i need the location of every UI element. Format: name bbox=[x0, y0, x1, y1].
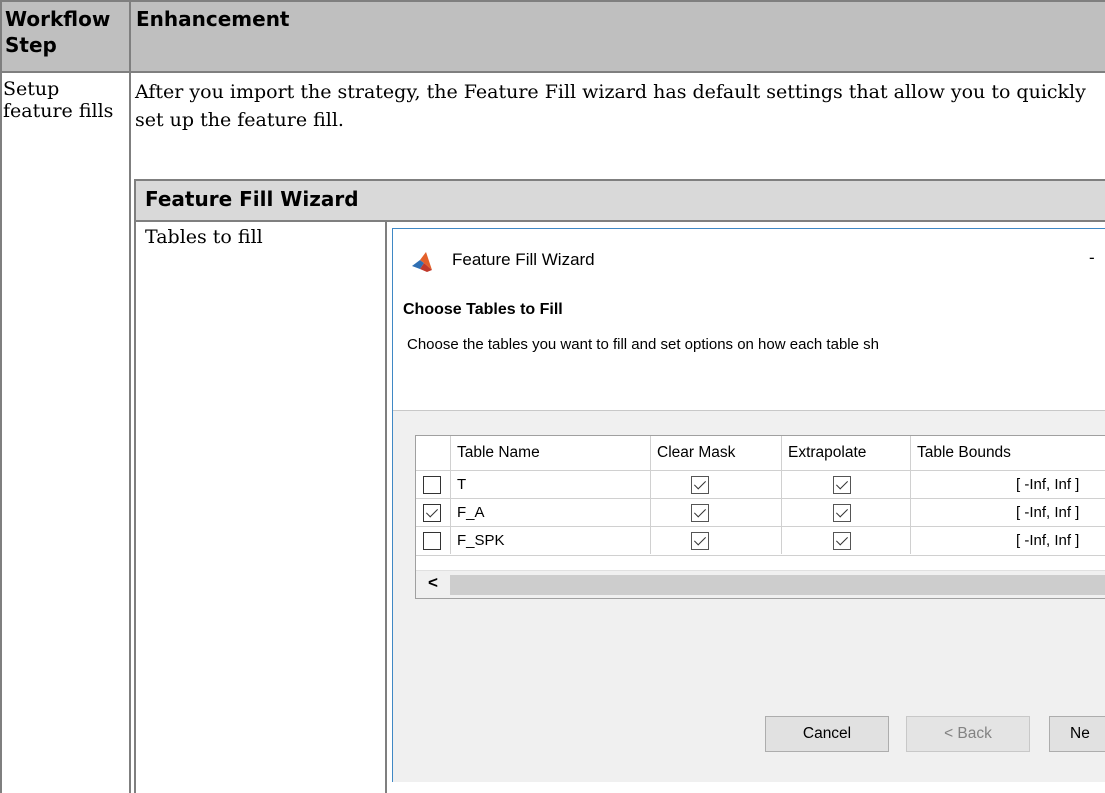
clear-mask-checkbox[interactable] bbox=[691, 532, 709, 550]
back-button[interactable]: < Back bbox=[906, 716, 1030, 752]
grid-header-clear-mask[interactable]: Clear Mask bbox=[651, 436, 735, 469]
scroll-left-arrow-icon[interactable]: < bbox=[428, 573, 438, 593]
inner-row-label: Tables to fill bbox=[145, 224, 375, 250]
table-name-cell: T bbox=[457, 476, 467, 493]
grid-header-table-bounds[interactable]: Table Bounds bbox=[911, 436, 1011, 469]
outer-top-border bbox=[0, 0, 1105, 2]
column-header-enhancement: Enhancement bbox=[131, 0, 1105, 71]
cancel-button[interactable]: Cancel bbox=[765, 716, 889, 752]
tables-grid[interactable]: Table Name Clear Mask Extrapolate Table … bbox=[415, 435, 1105, 599]
outer-left-border bbox=[0, 0, 2, 793]
row-select-checkbox[interactable] bbox=[423, 504, 441, 522]
feature-fill-wizard-window: Feature Fill Wizard - Choose Tables to F… bbox=[392, 228, 1105, 782]
table-name-cell: F_A bbox=[457, 504, 485, 521]
outer-column-divider bbox=[129, 0, 131, 793]
row-select-checkbox[interactable] bbox=[423, 532, 441, 550]
inner-table-header-text: Feature Fill Wizard bbox=[145, 187, 359, 211]
extrapolate-checkbox[interactable] bbox=[833, 504, 851, 522]
inner-top-border bbox=[134, 179, 1105, 181]
column-header-workflow-step-text: Workflow Step bbox=[5, 7, 111, 57]
row-select-checkbox[interactable] bbox=[423, 476, 441, 494]
table-bounds-cell[interactable]: [ -Inf, Inf ] bbox=[1016, 471, 1079, 499]
wizard-body: Table Name Clear Mask Extrapolate Table … bbox=[393, 411, 1105, 782]
inner-left-border bbox=[134, 179, 136, 793]
minimize-button[interactable]: - bbox=[1089, 248, 1095, 268]
table-row[interactable]: F_A [ -Inf, Inf ] bbox=[416, 498, 1105, 527]
workflow-step-text: Setup feature fills bbox=[3, 78, 114, 122]
horizontal-scrollbar[interactable]: < bbox=[416, 570, 1105, 598]
table-bounds-cell[interactable]: [ -Inf, Inf ] bbox=[1016, 527, 1079, 555]
workflow-step-cell: Setup feature fills bbox=[3, 78, 123, 122]
column-header-enhancement-text: Enhancement bbox=[136, 7, 290, 31]
clear-mask-checkbox[interactable] bbox=[691, 476, 709, 494]
extrapolate-checkbox[interactable] bbox=[833, 532, 851, 550]
wizard-title: Feature Fill Wizard bbox=[452, 250, 595, 269]
inner-table-header: Feature Fill Wizard bbox=[134, 181, 1105, 221]
table-name-cell: F_SPK bbox=[457, 532, 505, 549]
wizard-instruction: Choose the tables you want to fill and s… bbox=[407, 336, 879, 353]
table-row[interactable]: F_SPK [ -Inf, Inf ] bbox=[416, 526, 1105, 556]
grid-header-table-name[interactable]: Table Name bbox=[451, 436, 540, 469]
wizard-heading: Choose Tables to Fill bbox=[403, 301, 563, 318]
column-header-workflow-step: Workflow Step bbox=[0, 0, 129, 71]
next-button[interactable]: Ne bbox=[1049, 716, 1105, 752]
enhancement-description: After you import the strategy, the Featu… bbox=[135, 78, 1095, 134]
extrapolate-checkbox[interactable] bbox=[833, 476, 851, 494]
scrollbar-thumb[interactable] bbox=[450, 575, 1105, 595]
inner-header-divider bbox=[134, 220, 1105, 222]
table-row[interactable]: T [ -Inf, Inf ] bbox=[416, 470, 1105, 499]
grid-header-extrapolate[interactable]: Extrapolate bbox=[782, 436, 866, 469]
wizard-header-area: Feature Fill Wizard - Choose Tables to F… bbox=[393, 229, 1105, 411]
clear-mask-checkbox[interactable] bbox=[691, 504, 709, 522]
table-bounds-cell[interactable]: [ -Inf, Inf ] bbox=[1016, 499, 1079, 527]
enhancement-description-text: After you import the strategy, the Featu… bbox=[135, 81, 1086, 131]
matlab-logo-icon bbox=[412, 252, 432, 272]
outer-header-divider bbox=[0, 71, 1105, 73]
inner-row-label-text: Tables to fill bbox=[145, 226, 263, 248]
inner-column-divider bbox=[385, 220, 387, 793]
